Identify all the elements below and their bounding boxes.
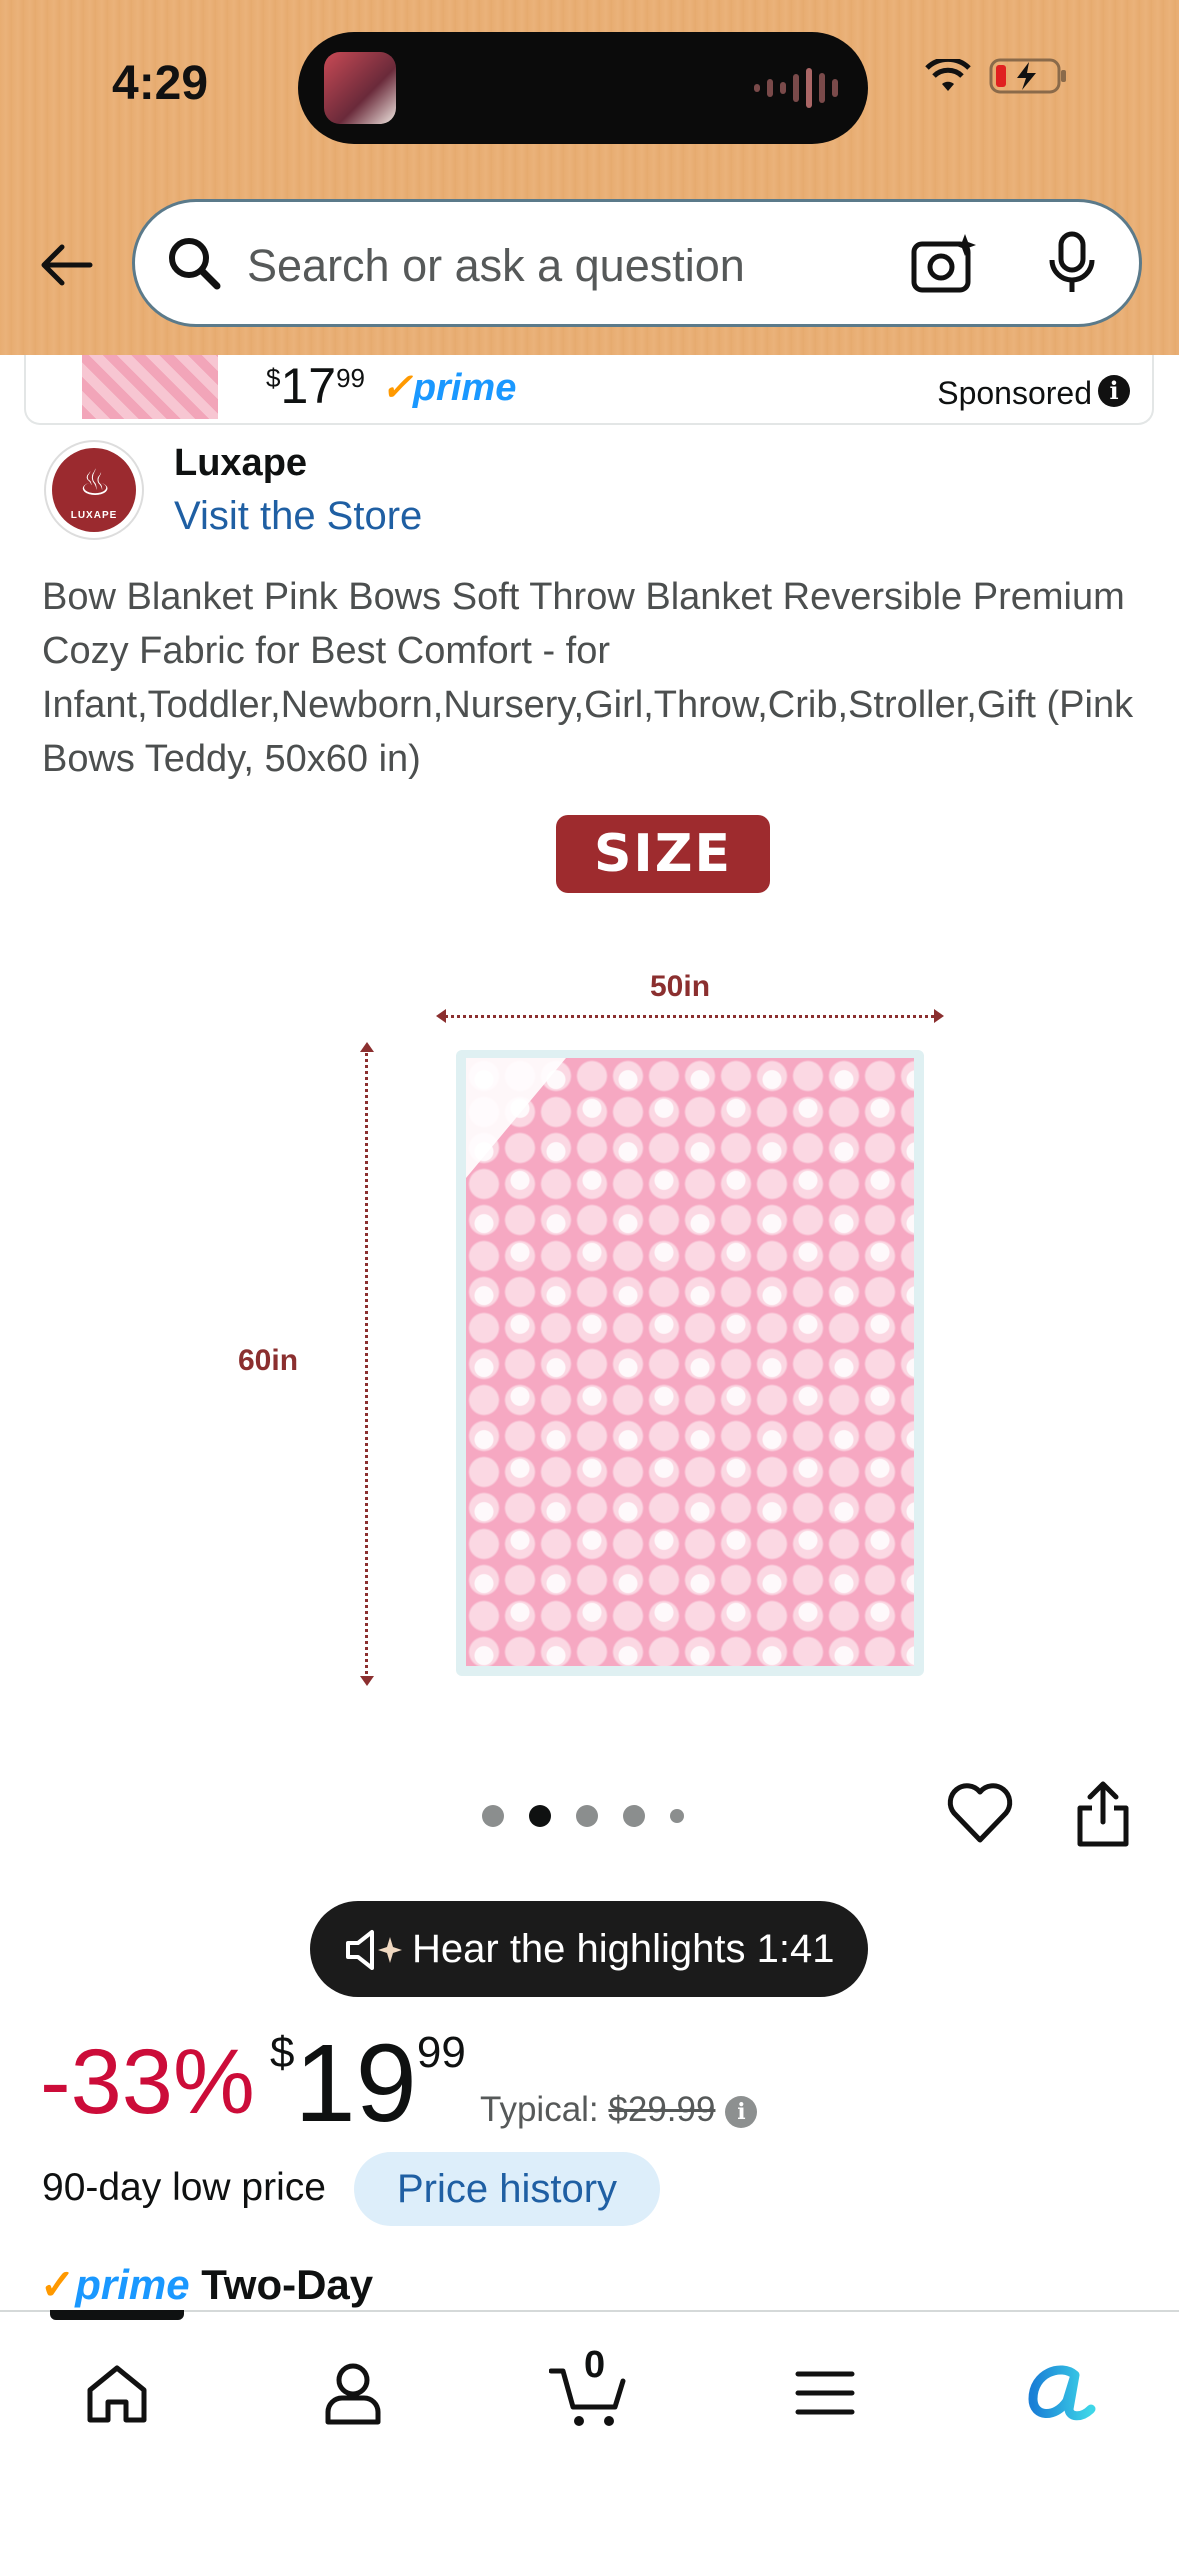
typical-price: Typical: $29.99 i [480, 2090, 758, 2130]
width-dimension-line [436, 1009, 944, 1023]
prime-check-icon: ✓ [381, 367, 413, 409]
size-badge: SIZE [556, 815, 770, 893]
nav-cart[interactable]: 0 [544, 2344, 634, 2438]
flame-icon: ♨ [79, 462, 112, 503]
sponsored-price-fraction: 99 [336, 363, 366, 393]
sponsored-product-thumbnail[interactable] [82, 355, 218, 419]
brand-name: Luxape [174, 442, 308, 484]
search-bar[interactable]: Search or ask a question [132, 199, 1142, 327]
search-icon [169, 238, 221, 290]
nav-menu[interactable] [780, 2348, 870, 2438]
back-arrow-icon[interactable] [36, 235, 96, 295]
carousel-dot-active[interactable] [529, 1805, 551, 1827]
price-history-button[interactable]: Price history [354, 2152, 660, 2226]
width-label: 50in [650, 970, 711, 1003]
cart-count: 0 [584, 2344, 606, 2386]
hear-highlights-label: Hear the highlights 1:41 [412, 1927, 835, 1971]
selected-tab-indicator [50, 2310, 184, 2320]
menu-icon [795, 2371, 855, 2415]
carousel-dot[interactable] [670, 1809, 684, 1823]
heart-icon[interactable] [946, 1780, 1014, 1848]
visit-store-link[interactable]: Visit the Store [174, 494, 422, 539]
product-image-blanket[interactable] [456, 1050, 924, 1676]
discount-percent: -33% [40, 2031, 255, 2133]
typical-price-value: $29.99 [608, 2090, 716, 2129]
sponsored-price-whole: 17 [280, 358, 337, 414]
nav-home[interactable] [72, 2348, 162, 2438]
height-dimension-line [360, 1042, 374, 1686]
info-icon[interactable]: i [1098, 375, 1130, 407]
height-label: 60in [238, 1344, 299, 1377]
prime-text: prime [75, 2261, 190, 2308]
nav-rufus[interactable] [1016, 2348, 1106, 2438]
home-icon [87, 2365, 147, 2423]
low-price-text: 90-day low price [42, 2166, 326, 2209]
rufus-assistant-icon [1028, 2365, 1096, 2421]
sponsored-product-strip[interactable]: $1799 ✓prime Sponsored i [24, 355, 1154, 425]
carousel-dot[interactable] [576, 1805, 598, 1827]
account-icon [325, 2363, 381, 2425]
hear-highlights-button[interactable]: Hear the highlights 1:41 [310, 1901, 868, 1997]
status-icons [925, 56, 1069, 96]
carousel-dot[interactable] [482, 1805, 504, 1827]
nav-account[interactable] [308, 2348, 398, 2438]
app-header: 4:29 Search or ask a question [0, 0, 1179, 355]
brand-logo-badge: ♨ LUXAPE [52, 448, 136, 532]
search-input[interactable]: Search or ask a question [247, 240, 745, 292]
sponsored-price: $1799 [266, 358, 366, 414]
sponsored-label: Sponsored [937, 375, 1092, 411]
speaker-sparkle-icon [346, 1930, 402, 1970]
share-icon[interactable] [1072, 1780, 1134, 1850]
price-currency: $ [270, 2028, 295, 2077]
status-time: 4:29 [112, 57, 209, 110]
image-carousel-dots[interactable] [482, 1805, 684, 1827]
blanket-bow-pattern [466, 1058, 914, 1666]
microphone-icon[interactable] [1045, 230, 1099, 296]
price-fraction: 99 [416, 2028, 466, 2077]
delivery-speed: Two-Day [201, 2261, 374, 2308]
battery-charging-icon [989, 58, 1066, 94]
wifi-icon [925, 59, 971, 91]
audio-waveform-icon [754, 68, 838, 108]
bottom-navigation: 0 [0, 2310, 1179, 2558]
prime-delivery: ✓prime Two-Day [40, 2260, 373, 2309]
carousel-dot[interactable] [623, 1805, 645, 1827]
blanket-folded-corner [466, 1058, 566, 1178]
info-icon[interactable]: i [725, 2095, 758, 2128]
dynamic-island [298, 32, 868, 144]
typical-label: Typical: [480, 2090, 599, 2129]
brand-logo[interactable]: ♨ LUXAPE [44, 440, 144, 540]
camera-search-icon[interactable] [910, 232, 980, 296]
product-title: Bow Blanket Pink Bows Soft Throw Blanket… [42, 576, 1134, 780]
prime-text: prime [412, 367, 517, 409]
prime-check-icon: ✓ [40, 2261, 76, 2308]
now-playing-artwork [324, 52, 396, 124]
brand-logo-text: LUXAPE [70, 510, 118, 521]
prime-badge: ✓prime [381, 365, 516, 410]
price: $1999 [270, 2020, 466, 2147]
price-whole: 19 [294, 2022, 417, 2145]
